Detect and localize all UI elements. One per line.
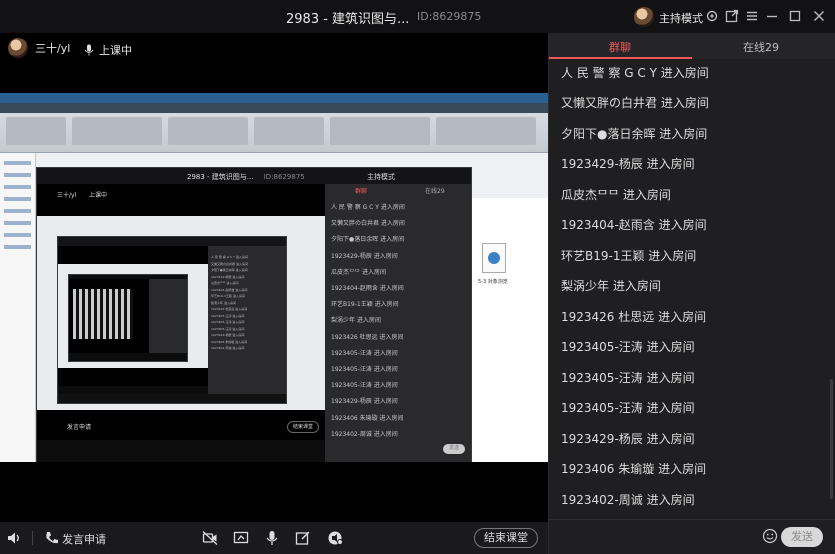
presenter-info: 三十/yl [8,38,70,58]
chat-message: 1923405-汪涛 进入房间 [561,401,695,415]
chat-message: 人 民 警 察 G C Y 进入房间 [561,66,709,80]
chat-message: 1923429-杨辰 进入房间 [561,157,695,171]
ribbon-group [72,117,162,145]
speak-request-button[interactable]: 发言申请 [62,531,106,547]
cad-titlebar [0,93,548,103]
nested-share: 人 民 警 察 G C Y 进入房间 又懒又胖の白井君 进入房间 夕阳下●落日余晖 … [37,216,325,410]
chat-input[interactable] [557,526,757,548]
screen-share: 5-3 对象浏览 2983 - 建筑识图与... ID:8629875 主持模式… [0,93,548,462]
screen-share-icon[interactable] [233,530,249,546]
host-avatar[interactable] [634,7,654,27]
explorer-sidebar [0,153,36,462]
window-title: 2983 - 建筑识图与... [286,12,410,27]
file-explorer [470,198,548,462]
presenter-name: 三十/yl [35,42,71,55]
ribbon-group [436,117,536,145]
class-status-label: 上课中 [99,44,132,57]
ribbon-group [168,117,248,145]
send-button[interactable]: 发送 [781,527,823,547]
chat-message: 1923404-赵雨含 进入房间 [561,218,707,232]
chat-message: 夕阳下●落日余晖 进入房间 [561,127,708,141]
maximize-icon[interactable] [788,9,802,23]
divider [32,531,33,545]
microphone-icon[interactable] [264,530,280,546]
class-status: 上课中 [84,42,132,58]
tab-online-users[interactable]: 在线29 [743,39,779,55]
nested-video: 三十/yl 上课中 人 民 警 察 G C Y 进入房间 又懒又胖の白井君 进入… [37,184,325,440]
chat-message: 1923429-杨辰 进入房间 [561,432,695,446]
message-list[interactable]: 人 民 警 察 G C Y 进入房间 又懒又胖の白井君 进入房间 夕阳下●落日余… [549,59,835,519]
edit-icon[interactable] [295,530,311,546]
settings-icon[interactable] [705,9,719,23]
tab-group-chat[interactable]: 群聊 [609,39,631,55]
file-icon [482,243,506,273]
ribbon-group [254,117,324,145]
classroom-app: 2983 - 建筑识图与... ID:8629875 主持模式 三十/yl 上课… [0,0,835,554]
room-id: ID:8629875 [417,10,482,23]
host-mode-label[interactable]: 主持模式 [659,10,703,26]
chat-message: 环艺B19-1王颖 进入房间 [561,249,697,263]
camera-off-icon[interactable] [202,530,218,546]
chat-message: 梨涡少年 进入房间 [561,279,661,293]
chat-message: 1923426 杜思远 进入房间 [561,310,707,324]
panel-tabs: 群聊 在线29 [549,33,835,59]
title-bar: 2983 - 建筑识图与... ID:8629875 主持模式 [0,0,835,33]
nested-app-screenshot-3 [68,274,188,362]
ribbon-group [6,117,66,145]
share-out-icon[interactable] [725,9,739,23]
close-icon[interactable] [812,9,826,23]
chat-message: 1923406 朱瑜璇 进入房间 [561,462,707,476]
video-stage: 三十/yl 上课中 5-3 对象浏览 2983 - 建筑识图与... ID:86… [0,33,548,522]
chat-message: 又懒又胖の白井君 进入房间 [561,96,709,110]
side-panel: 群聊 在线29 人 民 警 察 G C Y 进入房间 又懒又胖の白井君 进入房间… [548,33,835,554]
chat-message: 1923405-汪涛 进入房间 [561,340,695,354]
presenter-avatar [8,38,28,58]
chat-composer: 发送 [549,519,835,554]
chat-message: 1923405-汪涛 进入房间 [561,371,695,385]
phone-icon[interactable] [44,530,60,546]
minimize-icon[interactable] [765,9,779,23]
chat-scrollbar[interactable] [830,379,833,499]
ribbon-group [330,117,430,145]
nested-title: 2983 - 建筑识图与... ID:8629875 主持模式 [37,168,471,184]
microphone-icon [84,44,94,56]
bottom-toolbar: 发言申请 结束课堂 [0,522,548,554]
end-class-button[interactable]: 结束课堂 [474,528,538,548]
speaker-icon[interactable] [6,530,22,546]
emoji-icon[interactable] [762,528,778,544]
cad-menubar [0,103,548,113]
broadcast-icon[interactable] [327,530,343,546]
nested-app-screenshot-2: 人 民 警 察 G C Y 进入房间 又懒又胖の白井君 进入房间 夕阳下●落日余晖 … [57,236,287,404]
menu-icon[interactable] [745,9,759,23]
cad-ribbon [0,113,548,153]
nested-app-screenshot: 2983 - 建筑识图与... ID:8629875 主持模式 三十/yl 上课… [36,167,472,462]
file-label: 5-3 对象浏览 [478,279,508,285]
chat-message: 瓜皮杰ᄆᄆ 进入房间 [561,188,671,202]
chat-message: 1923402-周诚 进入房间 [561,493,695,507]
nested-chat: 群聊 在线29 人 民 警 察 G C Y 进入房间 又懒又胖の白井君 进入房间夕… [325,184,471,462]
